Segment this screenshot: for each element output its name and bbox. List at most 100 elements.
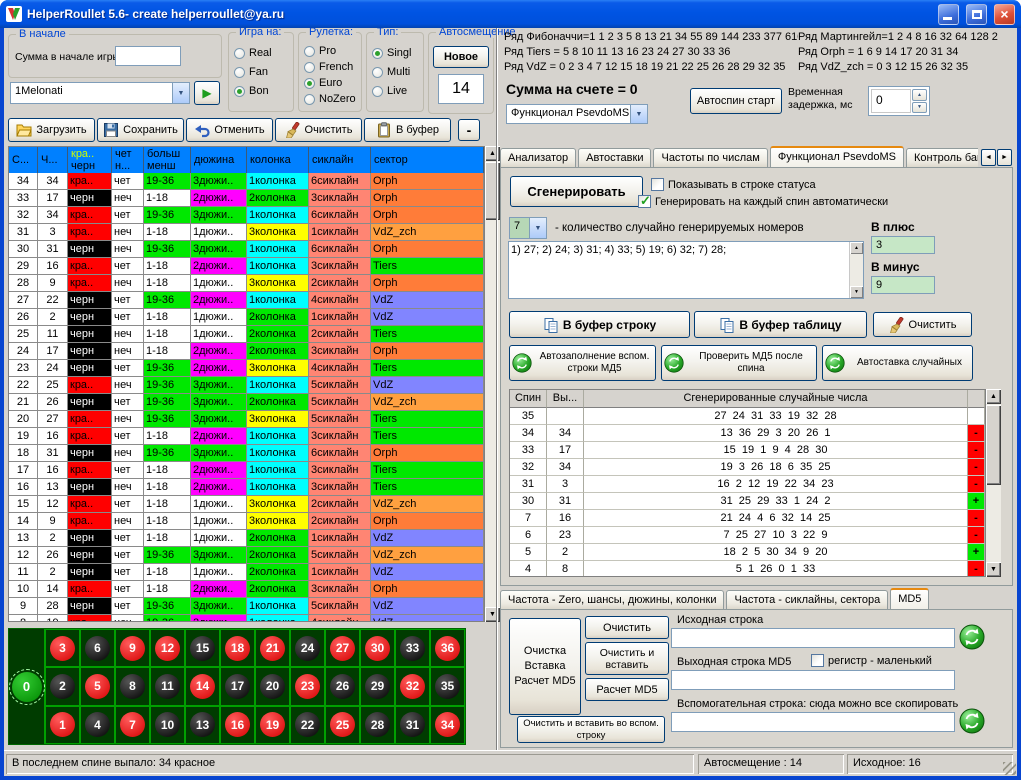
profile-combo[interactable]: 1Melonati ▼ (10, 82, 190, 104)
board-number[interactable]: 7 (120, 712, 145, 737)
history-row[interactable]: 3031черннеч19-363дюжи..1колонка6сиклайнO… (9, 241, 484, 258)
md5-clear-paste-button[interactable]: Очистить и вставить (585, 642, 669, 675)
board-number[interactable]: 31 (400, 712, 425, 737)
history-row[interactable]: 112чернчет1-181дюжи..2колонка1сиклайнVdZ (9, 564, 484, 581)
radio-game-fan[interactable]: Fan (234, 65, 293, 79)
spin-row[interactable]: 485 1 26 0 1 33- (510, 561, 985, 577)
main-tab-4[interactable]: Контроль банкро (906, 148, 978, 167)
board-cell[interactable]: 22 (290, 706, 325, 744)
dropdown-arrow-icon[interactable]: ▼ (529, 218, 546, 238)
board-number[interactable]: 8 (120, 674, 145, 699)
board-cell[interactable]: 25 (325, 706, 360, 744)
history-row[interactable]: 2126чернчет19-363дюжи..2колонка5сиклайнV… (9, 394, 484, 411)
spin-row[interactable]: 323419 3 26 18 6 35 25- (510, 459, 985, 476)
generate-button[interactable]: Сгенерировать (510, 176, 643, 207)
history-row[interactable]: 149кра..неч1-181дюжи..3колонка2сиклайнOr… (9, 513, 484, 530)
scroll-down-icon[interactable]: ▼ (850, 286, 863, 298)
green-sphere-icon[interactable] (959, 624, 985, 650)
check-md5-button[interactable]: Проверить МД5 после спина (661, 345, 817, 381)
spin-row[interactable]: 343413 36 29 3 20 26 1- (510, 425, 985, 442)
maximize-button[interactable] (966, 4, 987, 25)
auto-generate-checkbox[interactable]: Генерировать на каждый спин автоматическ… (638, 195, 888, 208)
board-number[interactable]: 34 (435, 712, 460, 737)
md5-clear-button[interactable]: Очистить (585, 616, 669, 639)
spin-down-button[interactable]: ▼ (912, 102, 927, 114)
board-cell[interactable]: 9 (115, 629, 150, 667)
md5-calc-button[interactable]: Расчет MD5 (585, 678, 669, 701)
spin-row[interactable]: 303131 25 29 33 1 24 2+ (510, 493, 985, 510)
board-cell[interactable]: 31 (395, 706, 430, 744)
board-cell[interactable]: 34 (430, 706, 465, 744)
dropdown-arrow-icon[interactable]: ▼ (172, 83, 189, 103)
history-row[interactable]: 313кра..неч1-181дюжи..3колонка1сиклайнVd… (9, 224, 484, 241)
board-number[interactable]: 19 (260, 712, 285, 737)
board-cell[interactable]: 15 (185, 629, 220, 667)
toolbar-button-save-floppy[interactable]: Сохранить (97, 118, 184, 142)
board-number[interactable]: 6 (85, 636, 110, 661)
board-cell[interactable]: 16 (220, 706, 255, 744)
board-cell[interactable]: 5 (80, 667, 115, 705)
copy-table-button[interactable]: В буфер таблицу (694, 311, 867, 338)
history-row[interactable]: 3317черннеч1-182дюжи..2колонка3сиклайнOr… (9, 190, 484, 207)
scroll-down-icon[interactable]: ▼ (986, 562, 1001, 577)
board-number[interactable]: 21 (260, 636, 285, 661)
board-number[interactable]: 1 (50, 712, 75, 737)
board-cell[interactable]: 32 (395, 667, 430, 705)
history-row[interactable]: 2722чернчет19-362дюжи..1колонка4сиклайнV… (9, 292, 484, 309)
history-row[interactable]: 2027кра..неч19-363дюжи..3колонка5сиклайн… (9, 411, 484, 428)
spin-row[interactable]: 6237 25 27 10 3 22 9- (510, 527, 985, 544)
show-status-checkbox[interactable]: Показывать в строке статуса (651, 178, 816, 191)
spin-up-button[interactable]: ▲ (912, 89, 927, 101)
board-cell[interactable]: 2 (45, 667, 80, 705)
board-cell[interactable]: 28 (360, 706, 395, 744)
board-cell[interactable]: 26 (325, 667, 360, 705)
spin-row[interactable]: 331715 19 1 9 4 28 30- (510, 442, 985, 459)
board-cell[interactable]: 36 (430, 629, 465, 667)
board-cell[interactable]: 17 (220, 667, 255, 705)
history-row[interactable]: 1716кра..чет1-182дюжи..1колонка3сиклайнT… (9, 462, 484, 479)
history-header[interactable]: С...Ч...кра..чернчетн...большменшдюжинак… (9, 147, 484, 173)
history-row[interactable]: 1613черннеч1-182дюжи..1колонка3сиклайнTi… (9, 479, 484, 496)
radio-roulette-nozero[interactable]: NoZero (304, 92, 361, 106)
board-number[interactable]: 2 (50, 674, 75, 699)
spin-scrollbar[interactable]: ▲ ▼ (986, 389, 1001, 577)
generated-numbers-area[interactable]: 1) 27; 2) 24; 3) 31; 4) 33; 5) 19; 6) 32… (508, 241, 864, 299)
history-row[interactable]: 289кра..неч1-181дюжи..3колонка2сиклайнOr… (9, 275, 484, 292)
board-number[interactable]: 25 (330, 712, 355, 737)
radio-type-live[interactable]: Live (372, 84, 423, 98)
history-header-cell[interactable]: дюжина (191, 147, 247, 173)
board-number[interactable]: 26 (330, 674, 355, 699)
board-number[interactable]: 5 (85, 674, 110, 699)
history-row[interactable]: 1512кра..чет1-181дюжи..3колонка2сиклайнV… (9, 496, 484, 513)
autospin-start-button[interactable]: Автоспин старт (690, 88, 782, 114)
radio-roulette-pro[interactable]: Pro (304, 44, 361, 58)
board-cell[interactable]: 13 (185, 706, 220, 744)
history-row[interactable]: 132чернчет1-181дюжи..2колонка1сиклайнVdZ (9, 530, 484, 547)
autobet-random-button[interactable]: Автоставка случайных (822, 345, 973, 381)
scroll-up-icon[interactable]: ▲ (850, 242, 863, 254)
scroll-up-icon[interactable]: ▲ (986, 389, 1001, 404)
toolbar-button-open-folder[interactable]: Загрузить (8, 118, 95, 142)
tabs-scroll-right-button[interactable]: ► (997, 149, 1012, 166)
board-number[interactable]: 36 (435, 636, 460, 661)
board-number[interactable]: 17 (225, 674, 250, 699)
board-number[interactable]: 12 (155, 636, 180, 661)
function-combo[interactable]: Функционал PsevdoMS ▼ (506, 104, 648, 124)
tabs-scroll-left-button[interactable]: ◄ (981, 149, 996, 166)
history-header-cell[interactable]: большменш (144, 147, 191, 173)
lowercase-checkbox[interactable]: регистр - маленький (811, 654, 932, 667)
radio-type-multi[interactable]: Multi (372, 65, 423, 79)
toolbar-button-clipboard[interactable]: В буфер (364, 118, 451, 142)
resize-grip[interactable] (1003, 762, 1016, 775)
board-number[interactable]: 27 (330, 636, 355, 661)
history-row[interactable]: 1226чернчет19-363дюжи..2колонка5сиклайнV… (9, 547, 484, 564)
board-cell[interactable]: 8 (115, 667, 150, 705)
history-row[interactable]: 1916кра..чет1-182дюжи..1колонка3сиклайнT… (9, 428, 484, 445)
spin-scroll-thumb[interactable] (986, 405, 1001, 485)
board-number[interactable]: 11 (155, 674, 180, 699)
board-number[interactable]: 29 (365, 674, 390, 699)
close-button[interactable]: × (994, 4, 1015, 25)
board-cell[interactable]: 27 (325, 629, 360, 667)
board-cell[interactable]: 30 (360, 629, 395, 667)
history-row[interactable]: 2225кра..неч19-363дюжи..1колонка5сиклайн… (9, 377, 484, 394)
